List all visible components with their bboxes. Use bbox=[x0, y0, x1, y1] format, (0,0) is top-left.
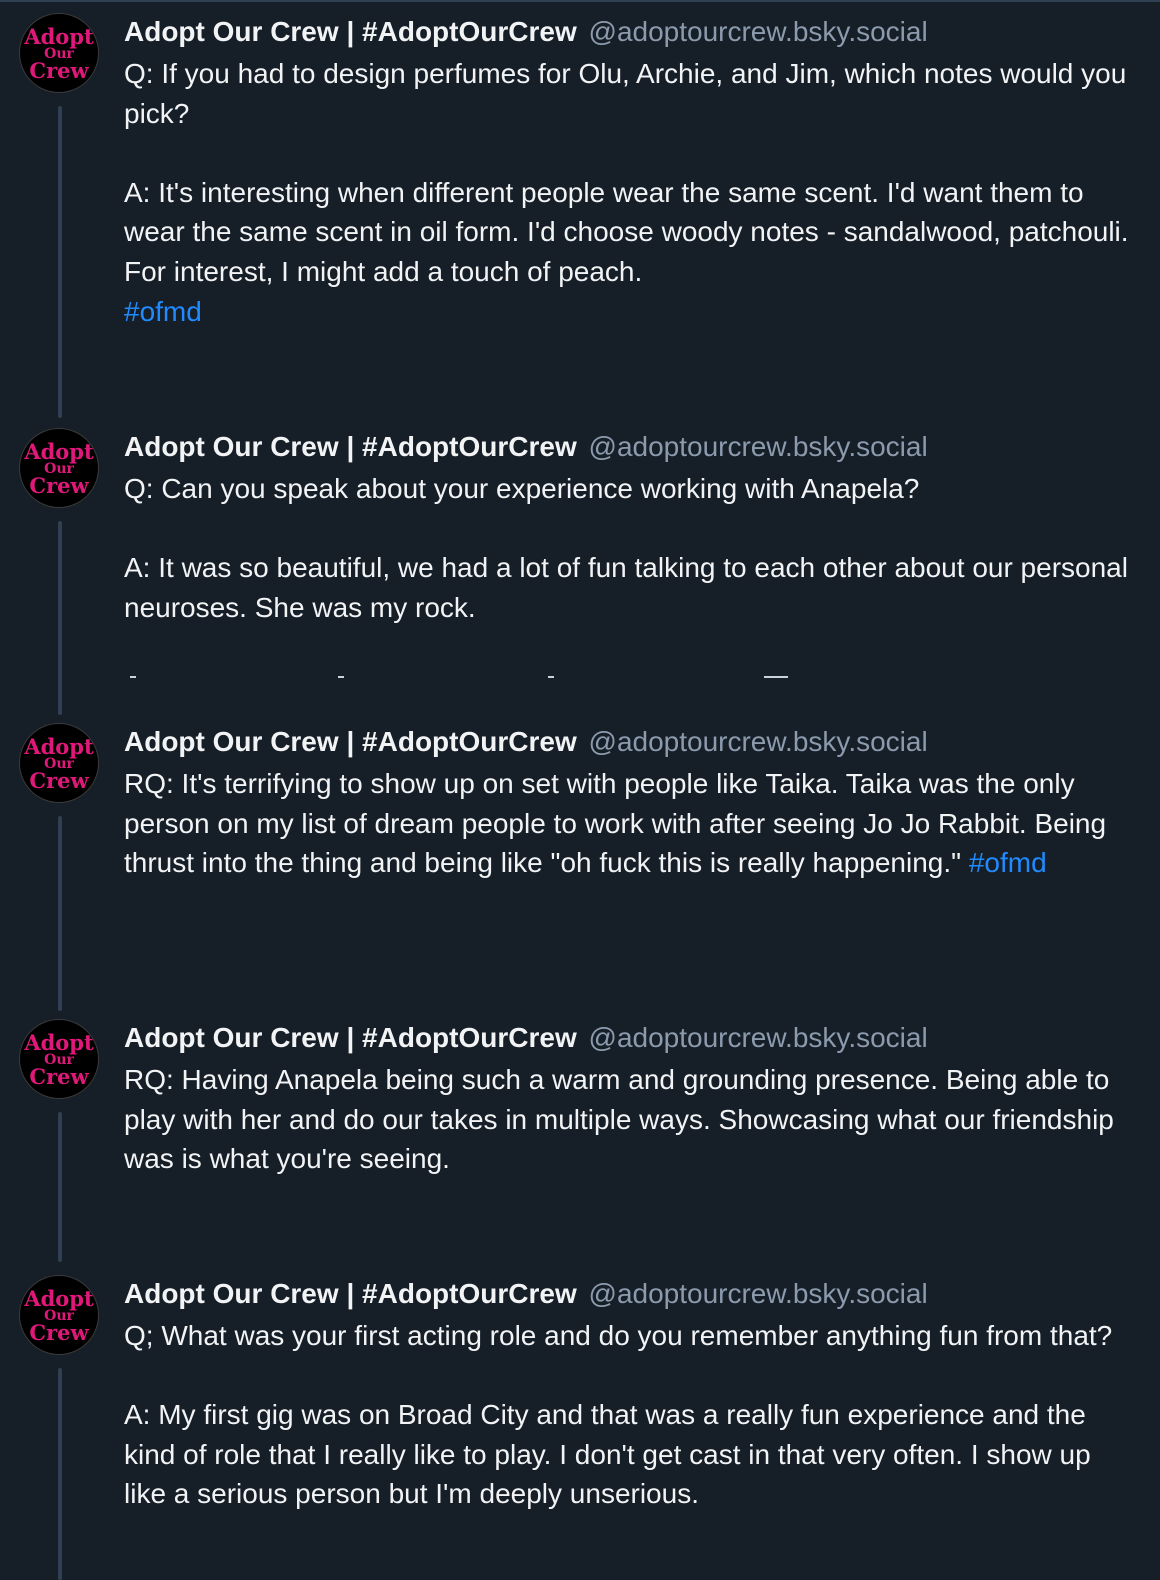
post-content: Adopt Our Crew | #AdoptOurCrew @adoptour… bbox=[124, 429, 1134, 627]
post[interactable]: Adopt Our Crew Adopt Our Crew | #AdoptOu… bbox=[0, 415, 1160, 715]
post-text: Q: If you had to design perfumes for Olu… bbox=[124, 54, 1134, 331]
post-paragraph-text: A: It's interesting when different peopl… bbox=[124, 176, 1129, 287]
post-content: Adopt Our Crew | #AdoptOurCrew @adoptour… bbox=[124, 1020, 1134, 1179]
author-handle[interactable]: @adoptourcrew.bsky.social bbox=[589, 726, 928, 757]
author-display-name[interactable]: Adopt Our Crew | #AdoptOurCrew bbox=[124, 1278, 577, 1309]
post-header: Adopt Our Crew | #AdoptOurCrew @adoptour… bbox=[124, 1020, 1134, 1056]
post-paragraph: Q: If you had to design perfumes for Olu… bbox=[124, 58, 1127, 129]
thread-connector-line bbox=[58, 816, 62, 1011]
author-display-name[interactable]: Adopt Our Crew | #AdoptOurCrew bbox=[124, 16, 577, 47]
post-content: Adopt Our Crew | #AdoptOurCrew @adoptour… bbox=[124, 724, 1134, 883]
post-text: Q; What was your first acting role and d… bbox=[124, 1316, 1134, 1514]
post-content: Adopt Our Crew | #AdoptOurCrew @adoptour… bbox=[124, 1276, 1134, 1514]
post[interactable]: Adopt Our Crew Adopt Our Crew | #AdoptOu… bbox=[0, 1262, 1160, 1580]
thread-connector-line bbox=[58, 521, 62, 715]
svg-text:Crew: Crew bbox=[29, 1320, 89, 1345]
post-text: RQ: It's terrifying to show up on set wi… bbox=[124, 764, 1134, 883]
post-paragraph: RQ: Having Anapela being such a warm and… bbox=[124, 1064, 1114, 1175]
avatar[interactable]: Adopt Our Crew bbox=[19, 13, 99, 93]
post-paragraph: Q: Can you speak about your experience w… bbox=[124, 473, 920, 504]
svg-text:Crew: Crew bbox=[29, 58, 89, 83]
post[interactable]: Adopt Our Crew Adopt Our Crew | #AdoptOu… bbox=[0, 1006, 1160, 1262]
thread-connector-line bbox=[58, 1112, 62, 1262]
post-header: Adopt Our Crew | #AdoptOurCrew @adoptour… bbox=[124, 14, 1134, 50]
post-text: Q: Can you speak about your experience w… bbox=[124, 469, 1134, 627]
post-header: Adopt Our Crew | #AdoptOurCrew @adoptour… bbox=[124, 429, 1134, 465]
post-paragraph: A: It's interesting when different peopl… bbox=[124, 173, 1134, 331]
post-text: RQ: Having Anapela being such a warm and… bbox=[124, 1060, 1134, 1179]
post-paragraph: Q; What was your first acting role and d… bbox=[124, 1320, 1113, 1351]
adopt-our-crew-logo-icon: Adopt Our Crew bbox=[23, 1030, 94, 1089]
avatar[interactable]: Adopt Our Crew bbox=[19, 1275, 99, 1355]
author-display-name[interactable]: Adopt Our Crew | #AdoptOurCrew bbox=[124, 431, 577, 462]
svg-text:Crew: Crew bbox=[29, 1064, 89, 1089]
hashtag-link[interactable]: #ofmd bbox=[124, 296, 202, 327]
svg-text:Crew: Crew bbox=[29, 768, 89, 793]
author-handle[interactable]: @adoptourcrew.bsky.social bbox=[589, 1022, 928, 1053]
author-handle[interactable]: @adoptourcrew.bsky.social bbox=[589, 16, 928, 47]
adopt-our-crew-logo-icon: Adopt Our Crew bbox=[23, 439, 94, 498]
avatar[interactable]: Adopt Our Crew bbox=[19, 723, 99, 803]
post[interactable]: Adopt Our Crew Adopt Our Crew | #AdoptOu… bbox=[0, 0, 1160, 418]
post-paragraph: A: It was so beautiful, we had a lot of … bbox=[124, 552, 1128, 623]
thread: Adopt Our Crew Adopt Our Crew | #AdoptOu… bbox=[0, 0, 1160, 1580]
post-header: Adopt Our Crew | #AdoptOurCrew @adoptour… bbox=[124, 724, 1134, 760]
svg-text:Crew: Crew bbox=[29, 473, 89, 498]
hashtag-link[interactable]: #ofmd bbox=[969, 847, 1047, 878]
author-handle[interactable]: @adoptourcrew.bsky.social bbox=[589, 1278, 928, 1309]
author-handle[interactable]: @adoptourcrew.bsky.social bbox=[589, 431, 928, 462]
post[interactable]: Adopt Our Crew Adopt Our Crew | #AdoptOu… bbox=[0, 710, 1160, 1011]
post-content: Adopt Our Crew | #AdoptOurCrew @adoptour… bbox=[124, 14, 1134, 331]
thread-connector-line bbox=[58, 106, 62, 418]
post-paragraph: A: My first gig was on Broad City and th… bbox=[124, 1399, 1091, 1510]
avatar[interactable]: Adopt Our Crew bbox=[19, 428, 99, 508]
post-header: Adopt Our Crew | #AdoptOurCrew @adoptour… bbox=[124, 1276, 1134, 1312]
thread-connector-line bbox=[58, 1368, 62, 1580]
author-display-name[interactable]: Adopt Our Crew | #AdoptOurCrew bbox=[124, 726, 577, 757]
clipped-text-remnant bbox=[124, 676, 824, 682]
post-paragraph: RQ: It's terrifying to show up on set wi… bbox=[124, 764, 1134, 883]
adopt-our-crew-logo-icon: Adopt Our Crew bbox=[23, 24, 94, 83]
adopt-our-crew-logo-icon: Adopt Our Crew bbox=[23, 734, 94, 793]
avatar[interactable]: Adopt Our Crew bbox=[19, 1019, 99, 1099]
adopt-our-crew-logo-icon: Adopt Our Crew bbox=[23, 1286, 94, 1345]
author-display-name[interactable]: Adopt Our Crew | #AdoptOurCrew bbox=[124, 1022, 577, 1053]
post-paragraph-text: RQ: It's terrifying to show up on set wi… bbox=[124, 768, 1107, 879]
